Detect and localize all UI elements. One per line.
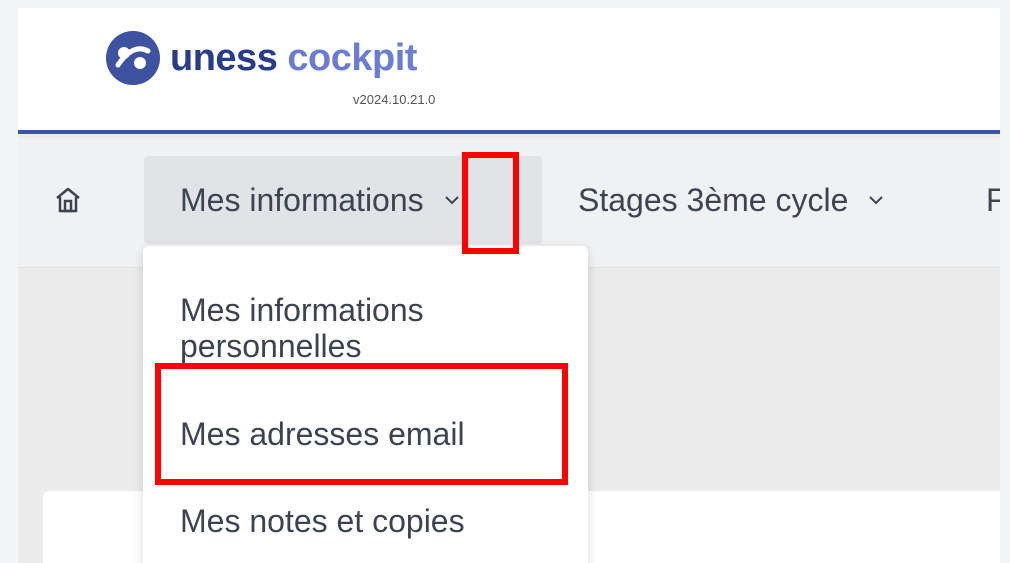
nav-item-label: F: [986, 181, 1000, 218]
brand-part-1: uness: [170, 36, 278, 79]
brand-part-2: cockpit: [287, 36, 417, 79]
menu-item-mes-notes-et-copies[interactable]: Mes notes et copies: [180, 503, 465, 539]
nav-item-truncated[interactable]: F: [986, 156, 1000, 244]
menu-item-mes-informations-personnelles[interactable]: Mes informations personnelles: [180, 292, 500, 364]
nav-item-label: Stages 3ème cycle: [578, 181, 849, 218]
chevron-down-icon[interactable]: [868, 192, 884, 208]
highlight-box-chevron: [462, 152, 519, 254]
header: uness cockpit v2024.10.21.0: [18, 8, 1000, 134]
nav-item-stages-3eme-cycle[interactable]: Stages 3ème cycle: [578, 156, 884, 244]
brand-name: uness cockpit: [170, 37, 417, 80]
logo[interactable]: uness cockpit: [104, 29, 417, 87]
nav-item-label: Mes informations: [180, 181, 424, 218]
highlight-box-email-item: [155, 363, 568, 485]
version-label: v2024.10.21.0: [353, 92, 436, 107]
chevron-down-icon[interactable]: [444, 192, 460, 208]
home-icon[interactable]: [54, 186, 82, 214]
uness-logo-icon: [106, 31, 160, 85]
